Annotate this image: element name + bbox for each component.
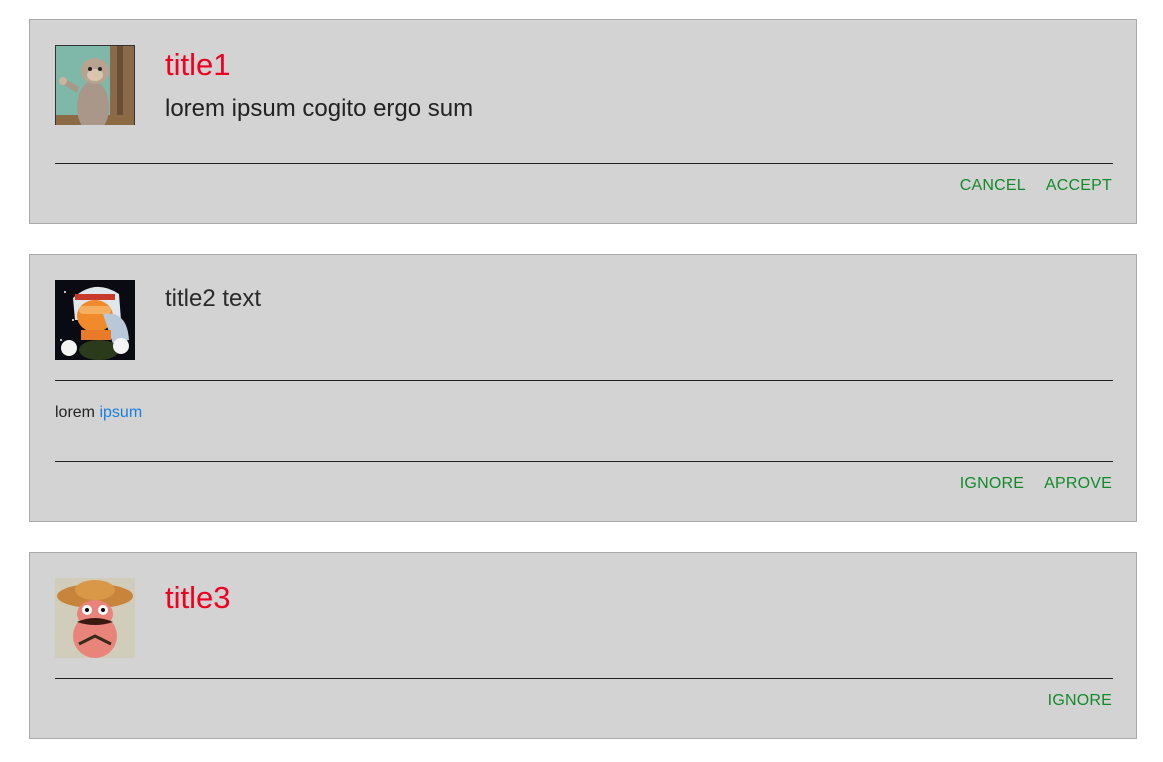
monkey-avatar-icon [55,45,135,125]
body-text: lorem [55,404,96,421]
card-actions: CANCEL ACCEPT [960,176,1112,196]
sombrero-avatar-icon [55,578,135,658]
body-link[interactable]: ipsum [99,404,142,421]
ignore-button[interactable]: IGNORE [960,474,1024,494]
cancel-button[interactable]: CANCEL [960,176,1026,196]
avatar-2 [55,280,135,360]
approve-button[interactable]: APROVE [1044,474,1112,494]
card-divider [55,380,1113,381]
card-actions: IGNORE [1048,691,1112,711]
card-divider [55,678,1113,679]
avatar-3 [55,578,135,658]
card-title: title3 [165,580,231,615]
card-title: title1 [165,47,231,82]
ignore-button[interactable]: IGNORE [1048,691,1112,711]
accept-button[interactable]: ACCEPT [1046,176,1112,196]
card-body: lorem ipsum [55,403,142,423]
card-subtitle: lorem ipsum cogito ergo sum [165,95,474,122]
card-divider [55,461,1113,462]
avatar-1 [55,45,135,125]
card-2: title2 text lorem ipsum IGNORE APROVE [29,254,1137,522]
card-3: title3 IGNORE [29,552,1137,739]
card-title: title2 text [165,285,262,312]
pilot-avatar-icon [55,280,135,360]
card-actions: IGNORE APROVE [960,474,1112,494]
card-divider [55,163,1113,164]
card-1: title1 lorem ipsum cogito ergo sum CANCE… [29,19,1137,224]
